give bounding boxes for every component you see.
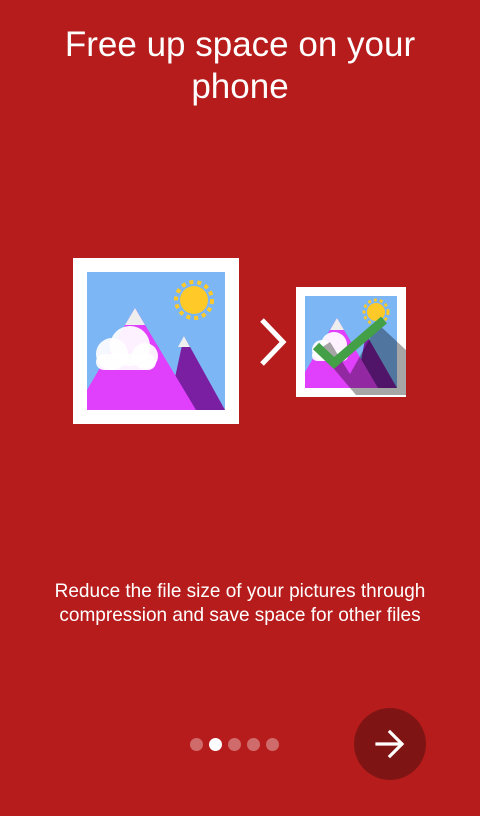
picture-icon — [73, 258, 239, 424]
onboarding-title: Free up space on your phone — [64, 25, 416, 106]
page-indicator-dot[interactable] — [228, 737, 241, 751]
page-indicator-dot[interactable] — [247, 737, 260, 751]
compression-illustration — [0, 250, 480, 430]
next-button[interactable] — [354, 708, 426, 780]
compressed-picture-check-icon — [296, 287, 406, 397]
arrow-right-icon — [373, 727, 407, 761]
chevron-right-icon — [260, 318, 287, 366]
page-indicator-dot[interactable] — [266, 737, 279, 751]
onboarding-screen: Free up space on your phone Reduce the f… — [0, 0, 480, 816]
page-indicator-dot[interactable] — [190, 737, 203, 751]
page-indicator-dot-active[interactable] — [209, 737, 222, 751]
page-indicator — [190, 737, 279, 751]
onboarding-description: Reduce the file size of your pictures th… — [54, 581, 426, 626]
